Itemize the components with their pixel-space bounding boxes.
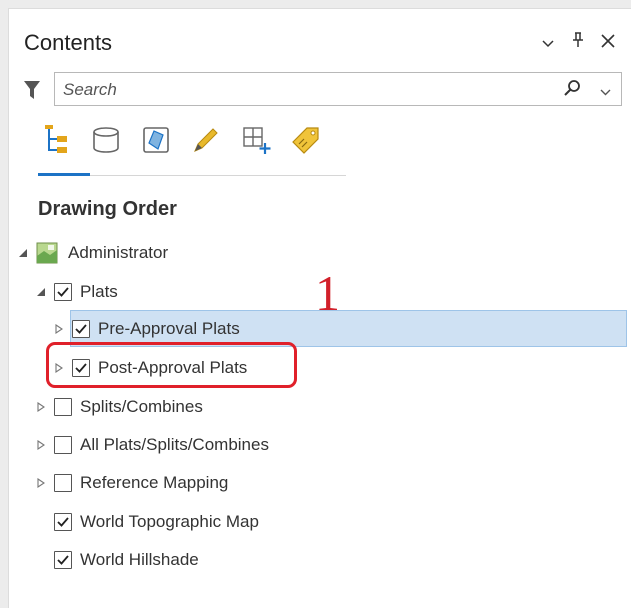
collapsed-triangle-icon[interactable] [52,322,66,336]
tree-row-plats[interactable]: Plats [34,276,118,308]
layer-visibility-checkbox[interactable] [54,474,72,492]
tree-row-world-hillshade[interactable]: World Hillshade [54,544,199,576]
layer-visibility-checkbox[interactable] [54,398,72,416]
chevron-down-icon[interactable] [539,32,557,52]
tree-label: Pre-Approval Plats [98,319,240,338]
list-by-snapping-icon[interactable] [238,120,274,160]
filter-icon[interactable] [24,80,40,105]
layer-visibility-checkbox[interactable] [54,551,72,569]
pane-actions [539,32,617,52]
pin-icon[interactable] [569,32,587,52]
tree-row-splits-combines[interactable]: Splits/Combines [34,391,203,423]
tree-label: All Plats/Splits/Combines [80,435,269,454]
tree-label: Reference Mapping [80,473,229,492]
map-icon [36,242,58,264]
layer-visibility-checkbox[interactable] [54,283,72,301]
tree-label: Splits/Combines [80,397,203,416]
tree-label: Administrator [68,243,169,262]
tree-label: World Hillshade [80,550,199,569]
highlight-callout-box [46,342,297,388]
layer-visibility-checkbox[interactable] [54,513,72,531]
tree-row-administrator[interactable]: Administrator [16,237,168,269]
search-input[interactable] [61,77,535,103]
tree-row-world-topographic-map[interactable]: World Topographic Map [54,506,259,538]
tree-row-pre-approval-plats[interactable]: Pre-Approval Plats [52,313,240,345]
layer-visibility-checkbox[interactable] [54,436,72,454]
collapsed-triangle-icon[interactable] [34,400,48,414]
list-by-labeling-icon[interactable] [288,120,324,160]
search-box [54,72,622,106]
drawing-order-heading: Drawing Order [38,198,177,220]
collapsed-triangle-icon[interactable] [34,476,48,490]
tree-label: Plats [80,282,118,301]
pane-title: Contents [24,30,113,55]
search-options-chevron-icon[interactable] [600,83,611,101]
search-icon[interactable] [563,79,581,102]
list-by-data-source-icon[interactable] [88,120,124,160]
list-by-selection-icon[interactable] [138,120,174,160]
close-icon[interactable] [599,32,617,52]
list-by-editing-icon[interactable] [188,120,224,160]
layer-visibility-checkbox[interactable] [72,320,90,338]
active-tool-indicator [38,173,90,176]
tree-label: World Topographic Map [80,512,259,531]
tree-row-reference-mapping[interactable]: Reference Mapping [34,467,228,499]
expanded-triangle-icon[interactable] [34,285,48,299]
list-by-drawing-order-icon[interactable] [38,120,74,160]
tree-row-all-plats[interactable]: All Plats/Splits/Combines [34,429,269,461]
collapsed-triangle-icon[interactable] [34,438,48,452]
expanded-triangle-icon[interactable] [16,246,30,260]
list-view-toolbar [38,120,324,160]
step-number-annotation: 1 [315,265,340,321]
